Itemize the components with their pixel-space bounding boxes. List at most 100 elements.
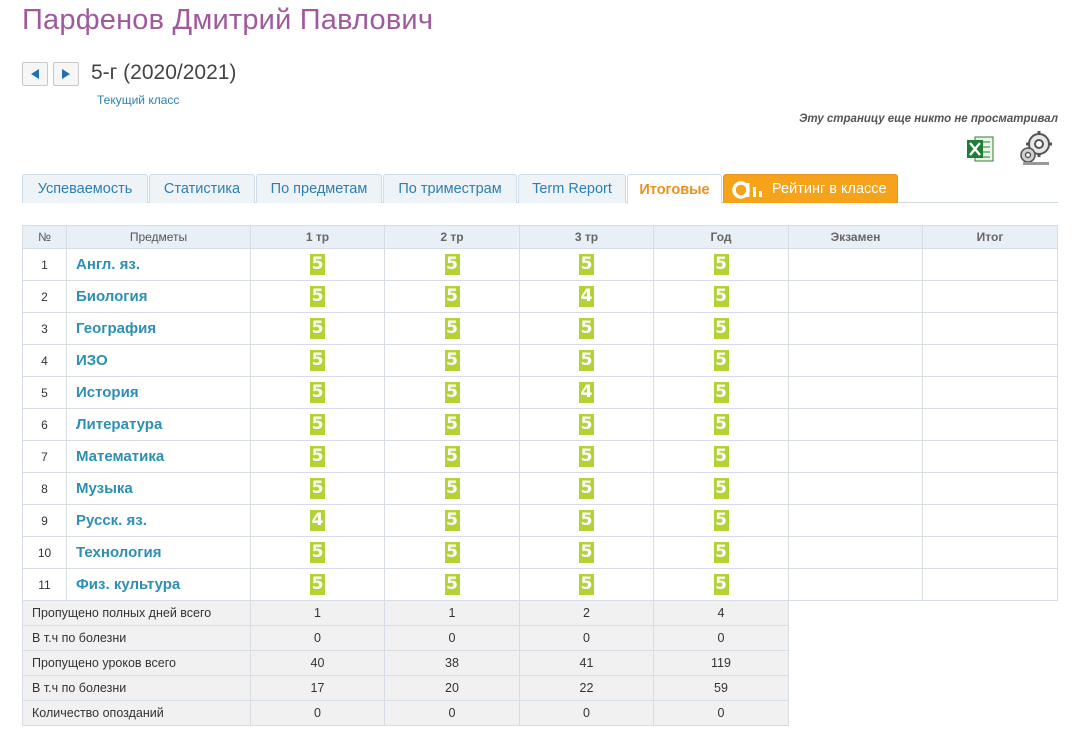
stats-value-t3: 0 bbox=[519, 700, 654, 726]
row-number: 11 bbox=[22, 568, 67, 601]
header-subject: Предметы bbox=[66, 225, 251, 249]
grade-cell-year: 5 bbox=[653, 440, 789, 473]
subject-cell: Музыка bbox=[66, 472, 251, 505]
current-class-link[interactable]: Текущий класс bbox=[97, 93, 179, 107]
grade-mark[interactable]: 5 bbox=[310, 542, 325, 563]
grade-mark[interactable]: 5 bbox=[444, 254, 460, 275]
grade-mark[interactable]: 5 bbox=[713, 286, 729, 307]
subject-link[interactable]: ИЗО bbox=[76, 352, 108, 369]
row-number: 6 bbox=[22, 408, 67, 441]
grade-mark[interactable]: 5 bbox=[713, 446, 729, 467]
grade-mark[interactable]: 5 bbox=[310, 350, 325, 371]
grade-mark[interactable]: 5 bbox=[444, 286, 460, 307]
grade-mark[interactable]: 5 bbox=[713, 478, 729, 499]
grade-cell-t3: 5 bbox=[519, 440, 654, 473]
subject-link[interactable]: Музыка bbox=[76, 480, 133, 497]
grade-mark[interactable]: 5 bbox=[444, 574, 460, 595]
grade-mark[interactable]: 5 bbox=[444, 350, 460, 371]
grade-mark[interactable]: 4 bbox=[310, 510, 325, 531]
grade-mark[interactable]: 5 bbox=[713, 350, 729, 371]
grade-cell-t1: 5 bbox=[250, 376, 385, 409]
final-grades-table: № Предметы 1 тр 2 тр 3 тр Год Экзамен Ит… bbox=[22, 225, 1058, 726]
prev-class-button[interactable] bbox=[22, 62, 48, 86]
grade-mark[interactable]: 5 bbox=[444, 382, 460, 403]
grade-mark[interactable]: 5 bbox=[310, 478, 325, 499]
subject-cell: Физ. культура bbox=[66, 568, 251, 601]
next-class-button[interactable] bbox=[53, 62, 79, 86]
excel-export-button[interactable] bbox=[965, 134, 995, 164]
row-number: 8 bbox=[22, 472, 67, 505]
grade-mark[interactable]: 5 bbox=[713, 574, 729, 595]
grade-mark[interactable]: 5 bbox=[579, 350, 594, 371]
grade-mark[interactable]: 5 bbox=[310, 318, 325, 339]
stats-label: Пропущено уроков всего bbox=[22, 650, 251, 676]
grade-mark[interactable]: 5 bbox=[579, 414, 594, 435]
grade-mark[interactable]: 5 bbox=[713, 382, 729, 403]
grade-mark[interactable]: 4 bbox=[579, 382, 594, 403]
subject-link[interactable]: Биология bbox=[76, 288, 148, 305]
grade-mark[interactable]: 5 bbox=[310, 446, 325, 467]
header-t1: 1 тр bbox=[250, 225, 385, 249]
settings-button[interactable] bbox=[1017, 130, 1055, 166]
grade-mark[interactable]: 5 bbox=[713, 542, 729, 563]
grade-cell-t1: 5 bbox=[250, 472, 385, 505]
grade-mark[interactable]: 5 bbox=[444, 446, 460, 467]
grade-mark[interactable]: 5 bbox=[444, 318, 460, 339]
grade-mark[interactable]: 5 bbox=[310, 414, 325, 435]
subject-link[interactable]: Русск. яз. bbox=[76, 512, 147, 529]
grade-mark[interactable]: 5 bbox=[444, 414, 460, 435]
tab-performance[interactable]: Успеваемость bbox=[22, 174, 148, 203]
grade-mark[interactable]: 5 bbox=[579, 510, 594, 531]
grade-mark[interactable]: 5 bbox=[579, 446, 594, 467]
table-row: 6 Литература 5 5 5 5 bbox=[22, 408, 1058, 441]
subject-link[interactable]: География bbox=[76, 320, 156, 337]
subject-link[interactable]: Математика bbox=[76, 448, 164, 465]
grade-mark[interactable]: 5 bbox=[713, 414, 729, 435]
grade-mark[interactable]: 5 bbox=[579, 254, 594, 275]
tab-statistics[interactable]: Статистика bbox=[149, 174, 255, 203]
stats-row: Количество опозданий 0 0 0 0 bbox=[22, 700, 1058, 726]
tab-class-rating[interactable]: Рейтинг в классе bbox=[723, 174, 898, 203]
grade-cell-t1: 5 bbox=[250, 536, 385, 569]
stats-value-t2: 0 bbox=[384, 625, 520, 651]
grade-cell-t3: 4 bbox=[519, 280, 654, 313]
grade-mark[interactable]: 5 bbox=[310, 382, 325, 403]
grade-mark[interactable]: 5 bbox=[310, 254, 325, 275]
header-t3: 3 тр bbox=[519, 225, 654, 249]
subject-link[interactable]: Технология bbox=[76, 544, 161, 561]
exam-cell bbox=[788, 248, 923, 281]
grade-mark[interactable]: 5 bbox=[713, 510, 729, 531]
grade-mark[interactable]: 5 bbox=[310, 286, 325, 307]
grade-cell-t1: 5 bbox=[250, 248, 385, 281]
subject-link[interactable]: Англ. яз. bbox=[76, 256, 140, 273]
subject-link[interactable]: Литература bbox=[76, 416, 162, 433]
excel-icon bbox=[967, 136, 994, 162]
grade-mark[interactable]: 5 bbox=[579, 542, 594, 563]
grade-cell-t3: 5 bbox=[519, 472, 654, 505]
grade-mark[interactable]: 5 bbox=[713, 318, 729, 339]
grade-cell-t1: 5 bbox=[250, 280, 385, 313]
stats-value-year: 4 bbox=[653, 600, 789, 626]
tab-by-trimesters[interactable]: По триместрам bbox=[383, 174, 517, 203]
final-cell bbox=[922, 312, 1058, 345]
row-number: 7 bbox=[22, 440, 67, 473]
grade-mark[interactable]: 5 bbox=[579, 318, 594, 339]
grade-mark[interactable]: 5 bbox=[444, 510, 460, 531]
subject-link[interactable]: История bbox=[76, 384, 139, 401]
tab-by-subjects[interactable]: По предметам bbox=[256, 174, 382, 203]
subject-link[interactable]: Физ. культура bbox=[76, 576, 180, 593]
stats-row: Пропущено полных дней всего 1 1 2 4 bbox=[22, 600, 1058, 626]
grade-mark[interactable]: 5 bbox=[579, 478, 594, 499]
grade-mark[interactable]: 5 bbox=[713, 254, 729, 275]
tab-term-report[interactable]: Term Report bbox=[518, 174, 626, 203]
grade-mark[interactable]: 5 bbox=[579, 574, 594, 595]
grade-cell-t2: 5 bbox=[384, 376, 520, 409]
subject-cell: История bbox=[66, 376, 251, 409]
grade-mark[interactable]: 4 bbox=[579, 286, 594, 307]
header-exam: Экзамен bbox=[788, 225, 923, 249]
grade-mark[interactable]: 5 bbox=[444, 478, 460, 499]
exam-cell bbox=[788, 408, 923, 441]
grade-mark[interactable]: 5 bbox=[310, 574, 325, 595]
tab-final[interactable]: Итоговые bbox=[627, 174, 722, 204]
grade-mark[interactable]: 5 bbox=[444, 542, 460, 563]
